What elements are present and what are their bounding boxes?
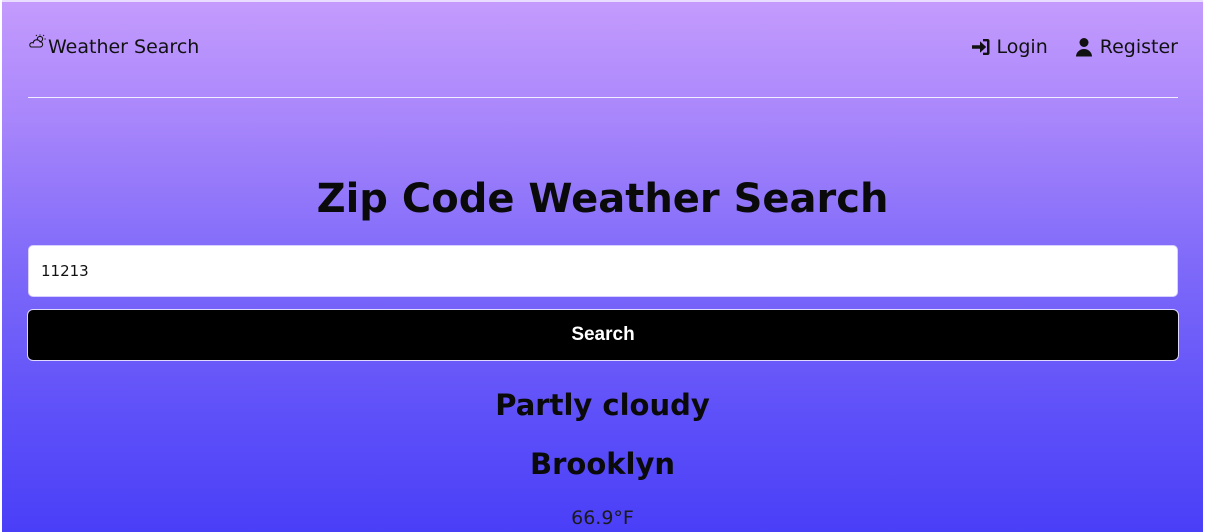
nav-actions: Login Register — [971, 36, 1178, 58]
city-name: Brooklyn — [529, 447, 676, 481]
register-link[interactable]: Register — [1074, 36, 1178, 58]
page-title: Zip Code Weather Search — [316, 176, 889, 222]
temperature: 66.9°F — [571, 507, 634, 529]
search-button[interactable]: Search — [27, 309, 1179, 361]
page-frame: Weather Search Login Register Zip Code W… — [2, 0, 1203, 532]
cloud-sun-icon — [29, 34, 46, 48]
weather-condition: Partly cloudy — [495, 388, 710, 422]
brand-label: Weather Search — [48, 36, 200, 58]
navbar: Weather Search Login Register — [28, 2, 1178, 98]
zip-code-input[interactable] — [28, 245, 1178, 297]
login-label: Login — [996, 36, 1048, 58]
login-link[interactable]: Login — [971, 36, 1048, 58]
register-label: Register — [1099, 36, 1178, 58]
sign-in-icon — [971, 39, 989, 55]
brand-link[interactable]: Weather Search — [28, 34, 200, 58]
user-icon — [1075, 38, 1092, 57]
